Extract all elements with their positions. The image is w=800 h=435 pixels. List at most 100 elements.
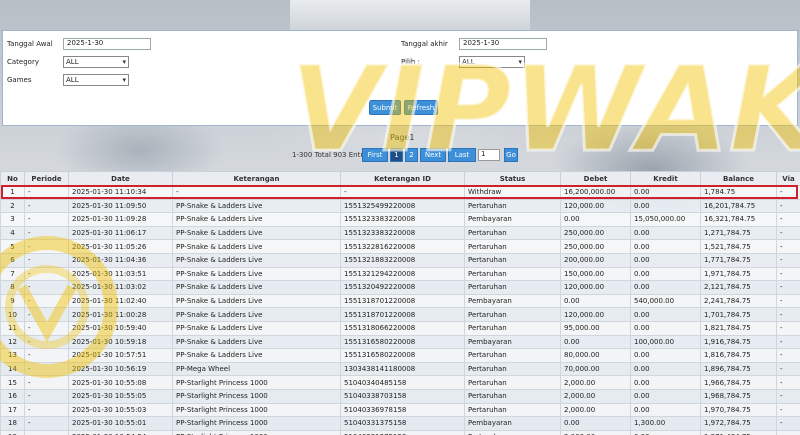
table-row[interactable]: 16-2025-01-30 10:55:05 PP-Starlight Princ… — [0, 388, 800, 404]
cell-keterangan: PP-Snake & Ladders Live — [172, 266, 341, 282]
cell-no: 2 — [0, 198, 25, 214]
cell-keterangan-id[interactable]: 51040336978158 — [340, 402, 465, 418]
cell-keterangan-id[interactable]: 1551321294220008 — [340, 266, 465, 282]
cell-kredit: 15,050,000.00 — [630, 212, 701, 227]
cell-keterangan-id[interactable]: 1551316580220008 — [340, 348, 465, 363]
column-header-kredit[interactable]: Kredit — [630, 171, 701, 186]
cell-date: 2025-01-30 10:56:19 — [68, 361, 173, 377]
cell-keterangan: PP-Snake & Ladders Live — [172, 320, 341, 336]
table-row[interactable]: 13-2025-01-30 10:57:51 PP-Snake & Ladders… — [0, 348, 800, 363]
cell-date: 2025-01-30 10:54:54 — [68, 429, 173, 435]
column-header-keterangan[interactable]: Keterangan — [172, 171, 341, 186]
category-select[interactable]: ALL ▾ — [63, 56, 129, 68]
cell-kredit: 0.00 — [630, 185, 701, 200]
column-header-date[interactable]: Date — [68, 171, 173, 186]
cell-kredit: 0.00 — [630, 402, 701, 418]
cell-keterangan-id[interactable]: 1551323383220008 — [340, 225, 465, 241]
column-header-balance[interactable]: Balance — [700, 171, 777, 186]
pager-page-input[interactable]: 1 — [478, 149, 500, 161]
table-header-row: No Periode Date Keterangan Keterangan ID… — [0, 171, 800, 186]
column-header-periode[interactable]: Periode — [24, 171, 69, 186]
table-row[interactable]: 11-2025-01-30 10:59:40 PP-Snake & Ladders… — [0, 320, 800, 336]
table-row[interactable]: 2-2025-01-30 11:09:50 PP-Snake & Ladders … — [0, 198, 800, 214]
cell-status: Pertaruhan — [464, 266, 561, 282]
cell-date: 2025-01-30 10:55:05 — [68, 388, 173, 404]
cell-debet: 0.00 — [560, 334, 631, 350]
column-header-status[interactable]: Status — [464, 171, 561, 186]
cell-keterangan-id[interactable]: 1551325499220008 — [340, 198, 465, 214]
table-row[interactable]: 15-2025-01-30 10:55:08 PP-Starlight Princ… — [0, 375, 800, 390]
table-row[interactable]: 5-2025-01-30 11:05:26 PP-Snake & Ladders … — [0, 239, 800, 254]
column-header-keterangan-id[interactable]: Keterangan ID — [340, 171, 465, 186]
cell-debet: 150,000.00 — [560, 266, 631, 282]
pager-first-button[interactable]: First — [362, 148, 388, 162]
table-row[interactable]: 14-2025-01-30 10:56:19 PP-Mega Wheel 13034… — [0, 361, 800, 377]
pager-page-2-button[interactable]: 2 — [405, 148, 418, 162]
cell-balance: 2,241,784.75 — [700, 293, 777, 309]
cell-date: 2025-01-30 11:06:17 — [68, 225, 173, 241]
cell-balance: 1,821,784.75 — [700, 320, 777, 336]
cell-keterangan: PP-Snake & Ladders Live — [172, 225, 341, 241]
table-row[interactable]: 1-2025-01-30 11:10:34- - Withdraw 16,200,00… — [0, 185, 800, 200]
cell-keterangan-id[interactable]: 51040331375158 — [340, 429, 465, 435]
table-row[interactable]: 12-2025-01-30 10:59:18 PP-Snake & Ladders… — [0, 334, 800, 350]
chevron-down-icon: ▾ — [122, 58, 126, 66]
table-row[interactable]: 18-2025-01-30 10:55:01 PP-Starlight Princ… — [0, 416, 800, 431]
cell-status: Pertaruhan — [464, 307, 561, 322]
pilih-select[interactable]: ALL ▾ — [459, 56, 525, 68]
cell-status: Withdraw — [464, 185, 561, 200]
cell-debet: 120,000.00 — [560, 280, 631, 295]
cell-keterangan-id[interactable]: 1551318701220008 — [340, 293, 465, 309]
table-row[interactable]: 6-2025-01-30 11:04:36 PP-Snake & Ladders … — [0, 252, 800, 268]
cell-keterangan-id[interactable]: 1551318066220008 — [340, 320, 465, 336]
cell-date: 2025-01-30 10:59:40 — [68, 320, 173, 336]
table-row[interactable]: 3-2025-01-30 11:09:28 PP-Snake & Ladders … — [0, 212, 800, 227]
column-header-debet[interactable]: Debet — [560, 171, 631, 186]
end-date-input[interactable]: 2025-1-30 — [459, 38, 547, 50]
cell-keterangan-id[interactable]: 1303438141180008 — [340, 361, 465, 377]
cell-date: 2025-01-30 11:03:02 — [68, 280, 173, 295]
cell-keterangan-id[interactable]: 1551320492220008 — [340, 280, 465, 295]
cell-keterangan-id[interactable]: 1551321883220008 — [340, 252, 465, 268]
cell-status: Pertaruhan — [464, 348, 561, 363]
cell-keterangan: PP-Snake & Ladders Live — [172, 239, 341, 254]
cell-no: 5 — [0, 239, 25, 254]
cell-keterangan-id[interactable]: 51040338703158 — [340, 388, 465, 404]
table-row[interactable]: 10-2025-01-30 11:00:28 PP-Snake & Ladders… — [0, 307, 800, 322]
pager-next-button[interactable]: Next — [420, 148, 446, 162]
cell-no: 1 — [0, 185, 25, 200]
cell-no: 16 — [0, 388, 25, 404]
cell-keterangan-id[interactable]: 1551316580220008 — [340, 334, 465, 350]
cell-status: Pertaruhan — [464, 252, 561, 268]
cell-keterangan-id[interactable]: 1551323383220008 — [340, 212, 465, 227]
cell-keterangan-id[interactable]: 1551322816220008 — [340, 239, 465, 254]
submit-button[interactable]: Submit — [369, 100, 401, 115]
cell-keterangan-id[interactable]: 51040331375158 — [340, 416, 465, 431]
cell-balance: 1,971,784.75 — [700, 266, 777, 282]
cell-balance: 1,971,484.75 — [700, 429, 777, 435]
column-header-no[interactable]: No — [0, 171, 25, 186]
cell-balance: 1,916,784.75 — [700, 334, 777, 350]
table-row[interactable]: 7-2025-01-30 11:03:51 PP-Snake & Ladders … — [0, 266, 800, 282]
refresh-button[interactable]: Refresh — [404, 100, 438, 115]
cell-debet: 2,000.00 — [560, 429, 631, 435]
cell-date: 2025-01-30 10:59:18 — [68, 334, 173, 350]
games-select[interactable]: ALL ▾ — [63, 74, 129, 86]
cell-keterangan-id[interactable]: 51040340485158 — [340, 375, 465, 390]
pager-last-button[interactable]: Last — [448, 148, 476, 162]
cell-status: Pembayaran — [464, 416, 561, 431]
cell-date: 2025-01-30 11:02:40 — [68, 293, 173, 309]
table-row[interactable]: 4-2025-01-30 11:06:17 PP-Snake & Ladders … — [0, 225, 800, 241]
table-row[interactable]: 17-2025-01-30 10:55:03 PP-Starlight Princ… — [0, 402, 800, 418]
table-row[interactable]: 8-2025-01-30 11:03:02 PP-Snake & Ladders … — [0, 280, 800, 295]
cell-periode: - — [24, 307, 69, 322]
start-date-input[interactable]: 2025-1-30 — [63, 38, 151, 50]
column-header-via[interactable]: Via — [776, 171, 800, 186]
pager-page-1-button[interactable]: 1 — [390, 148, 403, 162]
cell-balance: 1,521,784.75 — [700, 239, 777, 254]
pager-go-button[interactable]: Go — [504, 148, 518, 162]
table-row[interactable]: 19-2025-01-30 10:54:54PP-Starlight Princ… — [0, 429, 800, 435]
cell-keterangan-id[interactable]: 1551318701220008 — [340, 307, 465, 322]
table-row[interactable]: 9-2025-01-30 11:02:40 PP-Snake & Ladders … — [0, 293, 800, 309]
cell-debet: 2,000.00 — [560, 388, 631, 404]
